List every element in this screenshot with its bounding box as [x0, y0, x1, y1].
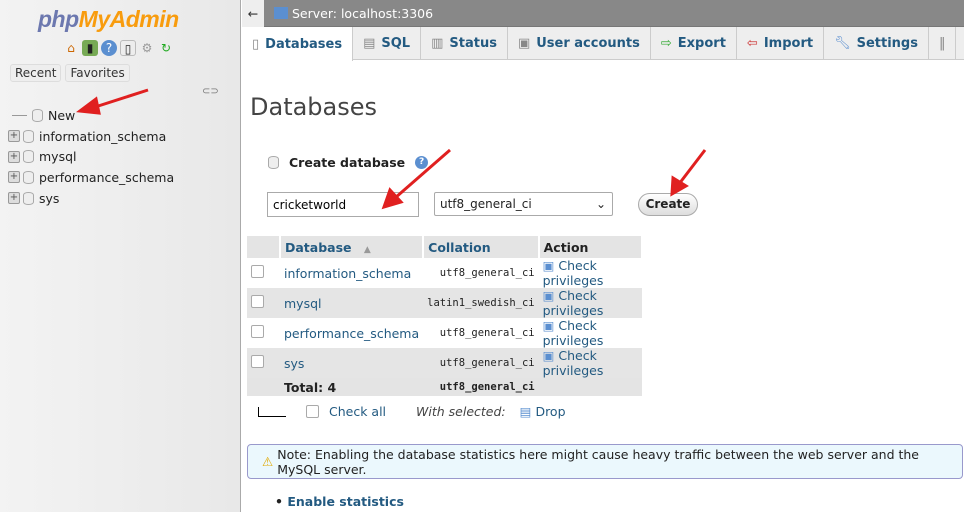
- drop-button[interactable]: ▤ Drop: [520, 404, 566, 419]
- database-icon: [23, 170, 34, 184]
- database-link[interactable]: performance_schema: [284, 326, 419, 341]
- privileges-icon: ▣: [542, 288, 559, 303]
- main-tabs: ▯ Databases ▤ SQL ▥ Status ▣ User accounts ⇨…: [242, 27, 964, 61]
- export-icon: ⇨: [660, 35, 672, 51]
- action-header: Action: [538, 236, 644, 258]
- expand-icon[interactable]: +: [8, 150, 20, 163]
- table-row: sys utf8_general_ci ▣ Check privileges: [247, 348, 642, 378]
- collation-header[interactable]: Collation: [423, 236, 540, 258]
- user-accounts-icon: ▣: [517, 35, 531, 51]
- import-icon: ⇦: [746, 35, 758, 51]
- enable-statistics-link[interactable]: Enable statistics: [287, 494, 404, 509]
- server-breadcrumb: ← Server: localhost:3306: [242, 0, 964, 27]
- row-checkbox[interactable]: [251, 265, 264, 278]
- check-all-checkbox[interactable]: [306, 405, 319, 418]
- notice-box: ⚠ Note: Enabling the database statistics …: [247, 444, 963, 479]
- tree-item-mysql[interactable]: + mysql: [8, 146, 174, 167]
- drop-icon: ▤: [519, 404, 536, 419]
- privileges-icon: ▣: [542, 318, 559, 333]
- tree-line: [12, 114, 27, 116]
- with-selected-label: With selected:: [416, 404, 506, 419]
- gear-icon[interactable]: ⚙: [139, 40, 155, 56]
- database-icon: [23, 129, 34, 143]
- navigation-panel: phpMyAdmin ⌂ ▮ ? ▯ ⚙ ↻ Recent Favorites …: [0, 0, 241, 512]
- sort-asc-icon: ▲: [363, 244, 371, 255]
- database-icon: [23, 191, 34, 205]
- database-name-input[interactable]: [267, 192, 419, 217]
- expand-icon[interactable]: +: [8, 171, 20, 184]
- favorites-button[interactable]: Favorites: [65, 64, 130, 82]
- arrow-to-create: [677, 149, 707, 185]
- new-db-icon: [268, 156, 279, 169]
- expand-icon[interactable]: +: [8, 192, 20, 205]
- tab-export[interactable]: ⇨ Export: [651, 27, 737, 59]
- page-title: Databases: [250, 93, 378, 121]
- sort-database-header[interactable]: Database ▲: [280, 236, 425, 258]
- database-link[interactable]: mysql: [284, 296, 322, 311]
- reload-icon[interactable]: ↻: [158, 40, 174, 56]
- tree-item-information-schema[interactable]: + information_schema: [8, 126, 174, 147]
- database-link[interactable]: information_schema: [284, 266, 411, 281]
- server-link[interactable]: Server: localhost:3306: [292, 6, 433, 21]
- help-icon[interactable]: ?: [101, 40, 117, 56]
- database-icon: [23, 150, 34, 164]
- more-icon: ‖: [938, 35, 946, 51]
- create-database-label: Create database: [289, 155, 406, 170]
- tab-import[interactable]: ⇦ Import: [737, 27, 825, 59]
- recent-button[interactable]: Recent: [10, 64, 62, 82]
- privileges-icon: ▣: [542, 258, 559, 273]
- new-db-icon: [32, 108, 43, 122]
- bullet: •: [275, 494, 288, 509]
- home-icon[interactable]: ⌂: [63, 40, 79, 56]
- check-all-link[interactable]: Check all: [329, 404, 386, 419]
- row-checkbox[interactable]: [251, 295, 264, 308]
- databases-table: Database ▲ Collation Action information_…: [247, 236, 644, 396]
- tree-item-performance-schema[interactable]: + performance_schema: [8, 167, 174, 188]
- warning-icon: ⚠: [262, 454, 274, 469]
- tab-more[interactable]: ‖: [929, 27, 957, 59]
- arrow-up-left-icon: [258, 406, 286, 417]
- docs-icon[interactable]: ▯: [120, 40, 136, 56]
- database-link[interactable]: sys: [284, 356, 304, 371]
- database-icon: ▯: [252, 36, 260, 52]
- row-checkbox[interactable]: [251, 325, 264, 338]
- status-icon: ▥: [431, 35, 444, 51]
- tab-status[interactable]: ▥ Status: [421, 27, 508, 59]
- check-privileges-link[interactable]: ▣ Check privileges: [543, 288, 604, 318]
- phpmyadmin-logo[interactable]: phpMyAdmin: [38, 6, 179, 33]
- logout-icon[interactable]: ▮: [82, 40, 98, 56]
- table-row: performance_schema utf8_general_ci ▣ Check…: [247, 318, 642, 348]
- privileges-icon: ▣: [542, 348, 559, 363]
- help-icon[interactable]: ?: [415, 156, 429, 169]
- table-row: information_schema utf8_general_ci ▣ Check…: [247, 258, 642, 288]
- total-row: Total: 4 utf8_general_ci: [247, 378, 642, 396]
- wrench-icon: 🔧︎: [834, 35, 851, 51]
- tab-settings[interactable]: 🔧︎ Settings: [824, 27, 929, 59]
- table-row: mysql latin1_swedish_ci ▣ Check privileges: [247, 288, 642, 318]
- expand-icon[interactable]: +: [8, 130, 20, 143]
- create-button[interactable]: Create: [638, 193, 698, 216]
- tree-item-new[interactable]: New: [8, 105, 174, 126]
- sql-icon: ▤: [363, 35, 376, 51]
- collation-select[interactable]: utf8_general_ci ⌄: [434, 192, 613, 216]
- tab-sql[interactable]: ▤ SQL: [353, 27, 422, 59]
- link-icon[interactable]: ⊂⊃: [202, 86, 219, 97]
- collapse-nav-button[interactable]: ←: [242, 0, 264, 27]
- tab-user-accounts[interactable]: ▣ User accounts: [508, 27, 651, 59]
- check-privileges-link[interactable]: ▣ Check privileges: [543, 348, 604, 378]
- arrowhead: [670, 175, 689, 197]
- tab-databases[interactable]: ▯ Databases: [242, 27, 354, 61]
- row-checkbox[interactable]: [251, 355, 264, 368]
- check-privileges-link[interactable]: ▣ Check privileges: [543, 318, 604, 348]
- chevron-down-icon: ⌄: [595, 197, 606, 211]
- tree-item-sys[interactable]: + sys: [8, 188, 174, 209]
- check-privileges-link[interactable]: ▣ Check privileges: [543, 258, 604, 288]
- server-icon: [274, 7, 288, 19]
